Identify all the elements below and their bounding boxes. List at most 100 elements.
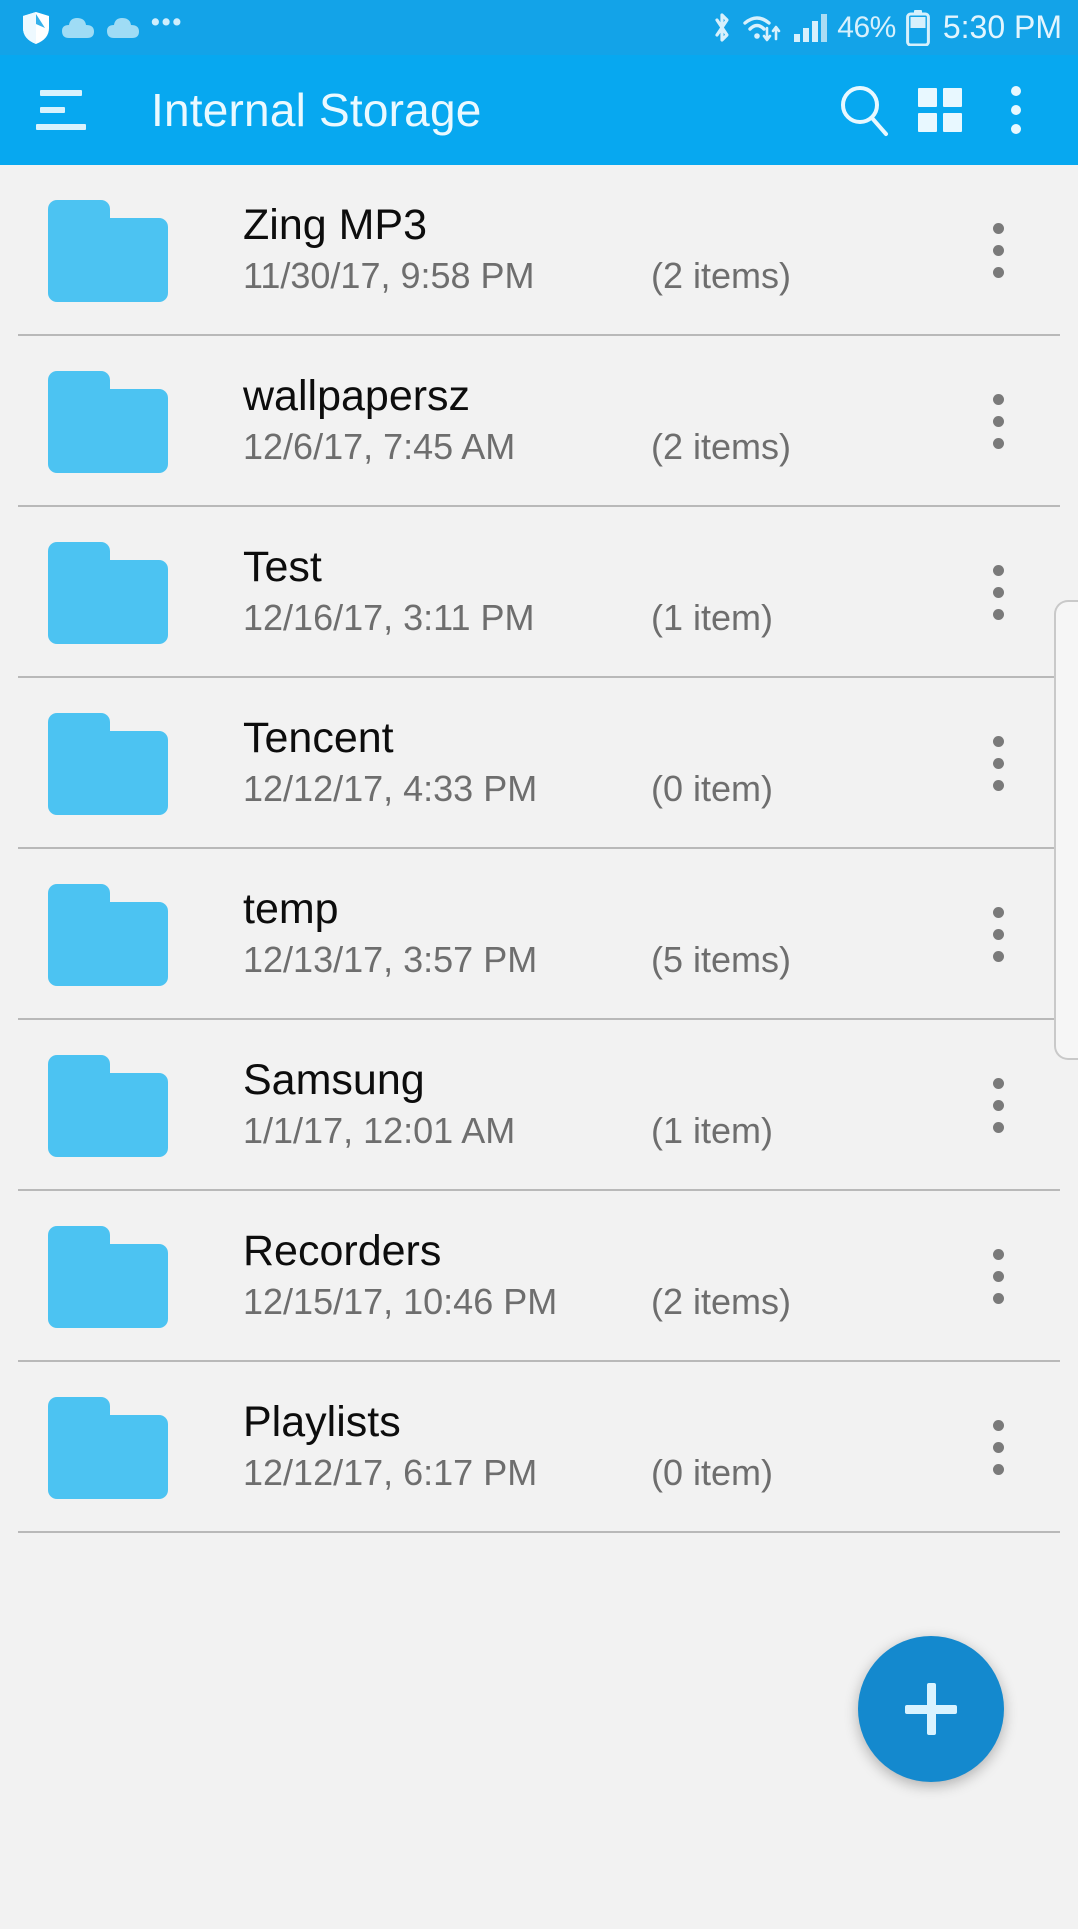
kebab-dot bbox=[992, 438, 1004, 449]
file-item-count: (1 item) bbox=[651, 1110, 774, 1151]
kebab-dot bbox=[1011, 105, 1021, 115]
folder-body bbox=[48, 1072, 168, 1157]
kebab-dot bbox=[992, 245, 1004, 256]
file-row[interactable]: wallpapersz 12/6/17, 7:45 AM (2 items) bbox=[0, 336, 1078, 507]
battery-percentage: 46% bbox=[837, 10, 896, 44]
kebab-dot bbox=[992, 1293, 1004, 1304]
file-row[interactable]: Test 12/16/17, 3:11 PM (1 item) bbox=[0, 507, 1078, 678]
search-button[interactable] bbox=[826, 72, 902, 148]
kebab-dot bbox=[992, 1271, 1004, 1282]
folder-body bbox=[48, 388, 168, 473]
row-overflow-menu-button[interactable] bbox=[948, 372, 1048, 472]
kebab-dot bbox=[992, 223, 1004, 234]
folder-body bbox=[48, 1414, 168, 1499]
file-list[interactable]: Zing MP3 11/30/17, 9:58 PM (2 items) wallpa… bbox=[0, 165, 1078, 1533]
file-item-count: (5 items) bbox=[651, 939, 792, 980]
kebab-dot bbox=[992, 267, 1004, 278]
folder-icon bbox=[48, 1396, 168, 1499]
file-row[interactable]: Tencent 12/12/17, 4:33 PM (0 item) bbox=[0, 678, 1078, 849]
add-button[interactable] bbox=[858, 1636, 1004, 1782]
file-name: Tencent bbox=[243, 714, 394, 762]
file-meta: 12/13/17, 3:57 PM (5 items) bbox=[243, 939, 948, 981]
row-overflow-menu-button[interactable] bbox=[948, 714, 1048, 814]
overflow-menu-button[interactable] bbox=[978, 72, 1054, 148]
row-overflow-menu-button[interactable] bbox=[948, 201, 1048, 301]
hamburger-line bbox=[40, 107, 65, 113]
file-name: Samsung bbox=[243, 1056, 425, 1104]
kebab-dot bbox=[992, 758, 1004, 769]
file-row[interactable]: Samsung 1/1/17, 12:01 AM (1 item) bbox=[0, 1020, 1078, 1191]
plus-icon bbox=[926, 1683, 936, 1735]
file-item-count: (0 item) bbox=[651, 1452, 774, 1493]
more-vertical-icon bbox=[1010, 86, 1022, 134]
hamburger-line bbox=[40, 90, 82, 96]
scrollbar-thumb[interactable] bbox=[1054, 600, 1078, 1060]
cloud-icon bbox=[107, 17, 139, 38]
file-name: wallpapersz bbox=[243, 372, 471, 420]
folder-icon bbox=[48, 370, 168, 473]
kebab-dot bbox=[992, 1442, 1004, 1453]
file-meta: 12/15/17, 10:46 PM (2 items) bbox=[243, 1281, 948, 1323]
app-bar: Internal Storage bbox=[0, 55, 1078, 165]
signal-icon bbox=[794, 13, 828, 42]
kebab-dot bbox=[992, 1420, 1004, 1431]
file-name: Test bbox=[243, 543, 322, 591]
folder-icon bbox=[48, 1054, 168, 1157]
kebab-dot bbox=[1011, 124, 1021, 134]
cloud-icon bbox=[62, 17, 94, 38]
row-overflow-menu-button[interactable] bbox=[948, 1227, 1048, 1327]
status-bar-right: 46% 5:30 PM bbox=[711, 9, 1062, 46]
file-row[interactable]: Zing MP3 11/30/17, 9:58 PM (2 items) bbox=[0, 165, 1078, 336]
file-meta: 1/1/17, 12:01 AM (1 item) bbox=[243, 1110, 948, 1152]
file-item-count: (2 items) bbox=[651, 426, 792, 467]
status-bar-left: ••• bbox=[22, 7, 711, 45]
status-bar: ••• 46% 5:30 PM bbox=[0, 0, 1078, 55]
file-meta: 12/12/17, 6:17 PM (0 item) bbox=[243, 1452, 948, 1494]
file-item-count: (2 items) bbox=[651, 1281, 792, 1322]
folder-icon bbox=[48, 541, 168, 644]
folder-icon bbox=[48, 1225, 168, 1328]
file-row[interactable]: temp 12/13/17, 3:57 PM (5 items) bbox=[0, 849, 1078, 1020]
search-icon bbox=[841, 86, 888, 136]
shield-icon bbox=[23, 11, 49, 44]
clock: 5:30 PM bbox=[942, 9, 1062, 45]
file-row-text: Test 12/16/17, 3:11 PM (1 item) bbox=[243, 546, 948, 639]
kebab-dot bbox=[992, 1122, 1004, 1133]
folder-body bbox=[48, 559, 168, 644]
kebab-dot bbox=[992, 416, 1004, 427]
row-overflow-menu-button[interactable] bbox=[948, 1056, 1048, 1156]
grid-view-button[interactable] bbox=[902, 72, 978, 148]
kebab-dot bbox=[992, 587, 1004, 598]
file-date: 12/16/17, 3:11 PM bbox=[243, 597, 535, 638]
kebab-dot bbox=[992, 929, 1004, 940]
row-overflow-menu-button[interactable] bbox=[948, 1398, 1048, 1498]
page-title: Internal Storage bbox=[151, 84, 482, 136]
file-row[interactable]: Recorders 12/15/17, 10:46 PM (2 items) bbox=[0, 1191, 1078, 1362]
grid-cell bbox=[943, 88, 962, 107]
file-row-text: Playlists 12/12/17, 6:17 PM (0 item) bbox=[243, 1401, 948, 1494]
row-overflow-menu-button[interactable] bbox=[948, 885, 1048, 985]
grid-cell bbox=[918, 88, 937, 107]
grid-view-icon bbox=[918, 88, 962, 132]
kebab-dot bbox=[992, 394, 1004, 405]
folder-body bbox=[48, 1243, 168, 1328]
file-name: temp bbox=[243, 885, 339, 933]
file-date: 12/15/17, 10:46 PM bbox=[243, 1281, 558, 1322]
file-date: 11/30/17, 9:58 PM bbox=[243, 255, 535, 296]
file-row-text: Tencent 12/12/17, 4:33 PM (0 item) bbox=[243, 717, 948, 810]
grid-cell bbox=[943, 113, 962, 132]
hamburger-list-icon[interactable] bbox=[32, 79, 94, 141]
kebab-dot bbox=[1011, 86, 1021, 96]
folder-icon bbox=[48, 883, 168, 986]
file-row[interactable]: Playlists 12/12/17, 6:17 PM (0 item) bbox=[0, 1362, 1078, 1533]
folder-body bbox=[48, 901, 168, 986]
kebab-dot bbox=[992, 609, 1004, 620]
file-date: 12/12/17, 4:33 PM bbox=[243, 768, 538, 809]
file-manager-screen: ••• 46% 5:30 PM Internal Storage Zing MP… bbox=[0, 0, 1078, 1929]
bluetooth-icon bbox=[715, 12, 729, 42]
file-item-count: (0 item) bbox=[651, 768, 774, 809]
status-overflow-icon: ••• bbox=[151, 7, 184, 36]
file-row-text: wallpapersz 12/6/17, 7:45 AM (2 items) bbox=[243, 375, 948, 468]
file-date: 12/6/17, 7:45 AM bbox=[243, 426, 516, 467]
row-overflow-menu-button[interactable] bbox=[948, 543, 1048, 643]
